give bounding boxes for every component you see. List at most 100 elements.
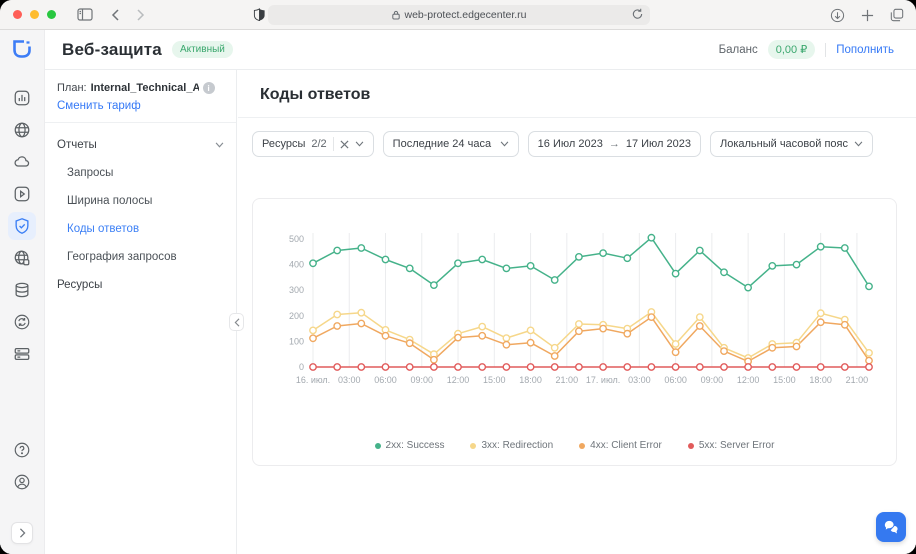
tab-overview-icon[interactable]: [886, 4, 908, 26]
svg-text:09:00: 09:00: [701, 375, 724, 385]
url-text: web-protect.edgecenter.ru: [405, 9, 527, 21]
balance-value: 0,00 ₽: [768, 40, 815, 59]
timezone-select[interactable]: Локальный часовой пояс: [710, 131, 873, 157]
date-range-picker[interactable]: 16 Июл 2023 → 17 Июл 2023: [528, 131, 701, 157]
response-codes-chart: 0 100 200 300 400 500 16. июл. 03:00 06:00 09:00 1…: [263, 215, 883, 401]
svg-text:21:00: 21:00: [846, 375, 869, 385]
sidebar: План: Internal_Technical_Acco... i Смени…: [45, 70, 237, 554]
sidebar-item-resources[interactable]: Ресурсы: [45, 271, 236, 299]
topup-link[interactable]: Пополнить: [836, 44, 894, 56]
svg-text:21:00: 21:00: [556, 375, 579, 385]
app-title: Веб-защита: [62, 40, 162, 60]
info-icon[interactable]: i: [203, 82, 215, 94]
svg-text:300: 300: [289, 285, 304, 295]
svg-text:500: 500: [289, 234, 304, 244]
expand-rail-button[interactable]: [11, 522, 33, 544]
svg-text:100: 100: [289, 336, 304, 346]
svg-text:12:00: 12:00: [737, 375, 760, 385]
sidebar-item-response-codes[interactable]: Коды ответов: [45, 215, 236, 243]
chevron-down-icon[interactable]: [355, 141, 364, 147]
streaming-icon[interactable]: [8, 180, 36, 208]
legend-dot: [688, 443, 694, 449]
app-header: Веб-защита Активный Баланс 0,00 ₽ Пополн…: [45, 30, 916, 70]
chat-bubbles-icon: [883, 520, 899, 534]
collapse-sidebar-button[interactable]: [229, 313, 244, 331]
hosting-icon[interactable]: [8, 340, 36, 368]
app-shell: Веб-защита Активный Баланс 0,00 ₽ Пополн…: [0, 30, 916, 554]
browser-chrome: web-protect.edgecenter.ru: [0, 0, 916, 30]
svg-text:0: 0: [299, 362, 304, 372]
svg-text:03:00: 03:00: [628, 375, 651, 385]
product-icon-rail: [0, 30, 45, 554]
svg-text:09:00: 09:00: [411, 375, 434, 385]
chart-legend: 2xx: Success 3xx: Redirection 4xx: Clien…: [253, 440, 896, 451]
svg-text:06:00: 06:00: [664, 375, 687, 385]
dns-icon[interactable]: [8, 244, 36, 272]
legend-dot: [375, 443, 381, 449]
chevron-down-icon: [215, 139, 224, 151]
date-from: 16 Июл 2023: [538, 138, 603, 150]
svg-text:17. июл.: 17. июл.: [586, 375, 620, 385]
svg-text:06:00: 06:00: [374, 375, 397, 385]
traffic-lights: [13, 10, 56, 19]
address-bar[interactable]: web-protect.edgecenter.ru: [268, 5, 650, 25]
svg-text:400: 400: [289, 260, 304, 270]
svg-text:03:00: 03:00: [338, 375, 361, 385]
status-badge: Активный: [172, 41, 233, 58]
svg-text:12:00: 12:00: [447, 375, 470, 385]
sidebar-item-reports[interactable]: Отчеты: [45, 131, 236, 159]
legend-dot: [579, 443, 585, 449]
chart-card: 0 100 200 300 400 500 16. июл. 03:00 06:00 09:00 1…: [252, 198, 897, 466]
sidebar-item-requests[interactable]: Запросы: [45, 159, 236, 187]
privacy-shield-icon[interactable]: [248, 4, 270, 26]
header-divider: [825, 43, 826, 57]
filters-row: Ресурсы 2/2 Последние 24 часа: [238, 118, 916, 157]
main-content: Коды ответов Ресурсы 2/2 Последние 24 ча…: [238, 70, 916, 554]
edgecenter-logo[interactable]: [10, 37, 34, 66]
sidebar-toggle-icon[interactable]: [74, 4, 96, 26]
close-window-button[interactable]: [13, 10, 22, 19]
statistics-icon[interactable]: [8, 84, 36, 112]
chevron-down-icon: [854, 141, 863, 147]
legend-item[interactable]: 5xx: Server Error: [688, 440, 775, 451]
arrow-right-icon: →: [609, 138, 620, 150]
page-title: Коды ответов: [238, 70, 916, 118]
resources-count: 2/2: [311, 138, 326, 150]
minimize-window-button[interactable]: [30, 10, 39, 19]
reload-icon[interactable]: [632, 8, 643, 23]
lock-icon: [392, 10, 400, 20]
resources-filter[interactable]: Ресурсы 2/2: [252, 131, 374, 157]
cloud-icon[interactable]: [8, 148, 36, 176]
sidebar-item-bandwidth[interactable]: Ширина полосы: [45, 187, 236, 215]
plan-value: Internal_Technical_Acco...: [91, 82, 199, 94]
svg-text:18:00: 18:00: [519, 375, 542, 385]
storage-icon[interactable]: [8, 276, 36, 304]
sidebar-item-request-geography[interactable]: География запросов: [45, 243, 236, 271]
svg-text:200: 200: [289, 311, 304, 321]
svg-text:18:00: 18:00: [809, 375, 832, 385]
account-icon[interactable]: [8, 468, 36, 496]
legend-item[interactable]: 4xx: Client Error: [579, 440, 662, 451]
clear-filter-icon[interactable]: [340, 140, 349, 149]
new-tab-icon[interactable]: [856, 4, 878, 26]
chevron-down-icon: [500, 141, 509, 147]
balance-label: Баланс: [719, 44, 758, 56]
legend-item[interactable]: 3xx: Redirection: [470, 440, 553, 451]
back-button[interactable]: [104, 4, 126, 26]
svg-text:15:00: 15:00: [483, 375, 506, 385]
svg-text:16. июл.: 16. июл.: [296, 375, 330, 385]
web-security-icon[interactable]: [8, 212, 36, 240]
date-to: 17 Июл 2023: [626, 138, 691, 150]
period-select[interactable]: Последние 24 часа: [383, 131, 519, 157]
change-plan-link[interactable]: Сменить тариф: [57, 100, 224, 112]
forward-button[interactable]: [130, 4, 152, 26]
help-icon[interactable]: [8, 436, 36, 464]
cdn-globe-icon[interactable]: [8, 116, 36, 144]
support-chat-button[interactable]: [876, 512, 906, 542]
browser-window: web-protect.edgecenter.ru: [0, 0, 916, 554]
downloads-icon[interactable]: [826, 4, 848, 26]
zoom-window-button[interactable]: [47, 10, 56, 19]
legend-item[interactable]: 2xx: Success: [375, 440, 445, 451]
plan-label: План:: [57, 82, 87, 94]
sync-icon[interactable]: [8, 308, 36, 336]
